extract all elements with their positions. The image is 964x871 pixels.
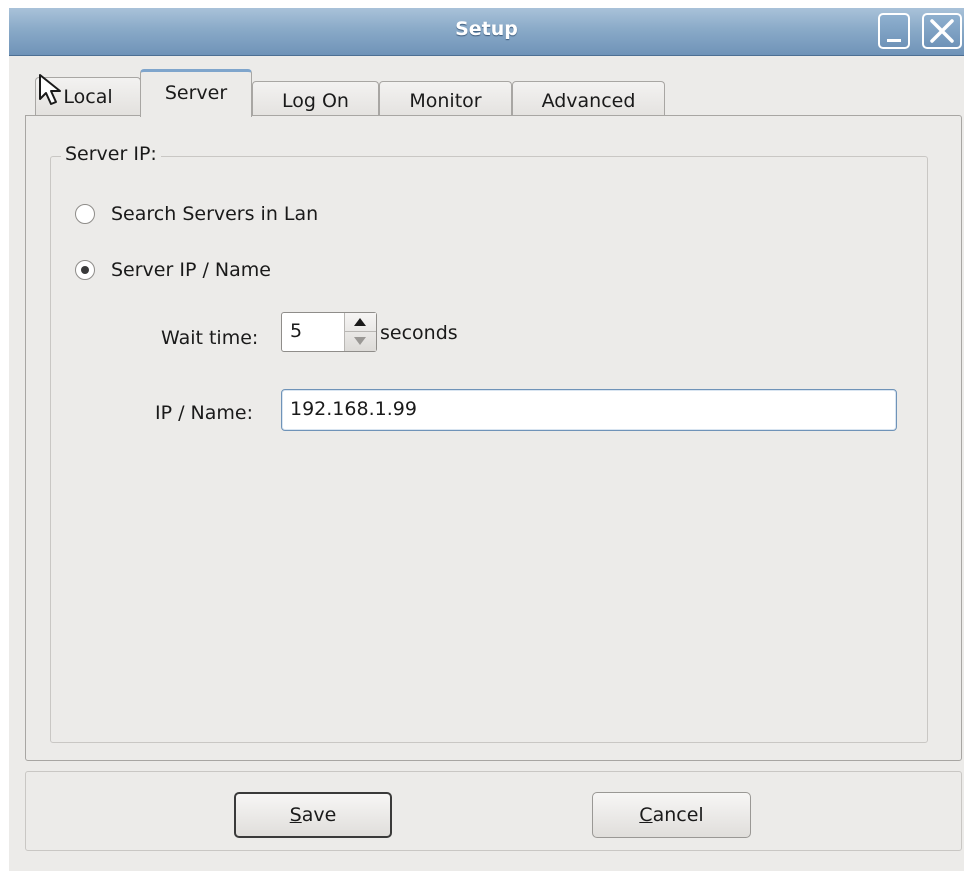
ip-name-label: IP / Name: <box>155 402 253 424</box>
tab-server[interactable]: Server <box>140 69 252 117</box>
tab-server-label: Server <box>164 82 228 104</box>
title-bar[interactable]: Setup <box>9 8 964 56</box>
cancel-button[interactable]: Cancel <box>592 792 751 838</box>
spin-down-icon <box>354 337 366 345</box>
radio-button-checked[interactable] <box>75 260 95 280</box>
radio-ip-label: Server IP / Name <box>111 259 271 281</box>
save-label-rest: ave <box>301 804 337 826</box>
radio-search-servers[interactable]: Search Servers in Lan <box>75 203 318 225</box>
ip-name-value: 192.168.1.99 <box>290 398 417 420</box>
tab-log-on-label: Log On <box>282 90 349 112</box>
ip-name-input[interactable]: 192.168.1.99 <box>281 389 897 431</box>
wait-time-unit: seconds <box>380 322 458 344</box>
close-button[interactable] <box>922 13 962 49</box>
minimize-button[interactable] <box>878 13 910 49</box>
tab-advanced-label: Advanced <box>541 90 636 112</box>
radio-search-label: Search Servers in Lan <box>111 203 319 225</box>
wait-time-value: 5 <box>290 320 303 342</box>
radio-server-ip-name[interactable]: Server IP / Name <box>75 259 271 281</box>
cancel-label-rest: ancel <box>652 804 704 826</box>
radio-button-unchecked[interactable] <box>75 204 95 224</box>
spin-down-button[interactable] <box>345 332 376 351</box>
window-title: Setup <box>455 18 518 40</box>
save-mnemonic: S <box>289 804 302 826</box>
group-title: Server IP: <box>61 143 161 165</box>
save-button[interactable]: Save <box>234 792 392 838</box>
tab-monitor-label: Monitor <box>409 90 482 112</box>
close-icon <box>930 19 954 43</box>
cancel-mnemonic: C <box>639 804 653 826</box>
spin-up-button[interactable] <box>345 313 376 332</box>
wait-time-spinbox[interactable]: 5 <box>281 312 377 352</box>
mouse-cursor-icon <box>39 74 61 105</box>
button-bar: Save Cancel <box>25 771 962 851</box>
tab-panel-server: Server IP: Search Servers in Lan Server … <box>25 115 962 761</box>
spin-buttons <box>344 313 376 351</box>
wait-time-label: Wait time: <box>161 327 259 349</box>
spin-up-icon <box>354 318 366 326</box>
server-ip-group: Server IP: Search Servers in Lan Server … <box>50 143 928 743</box>
